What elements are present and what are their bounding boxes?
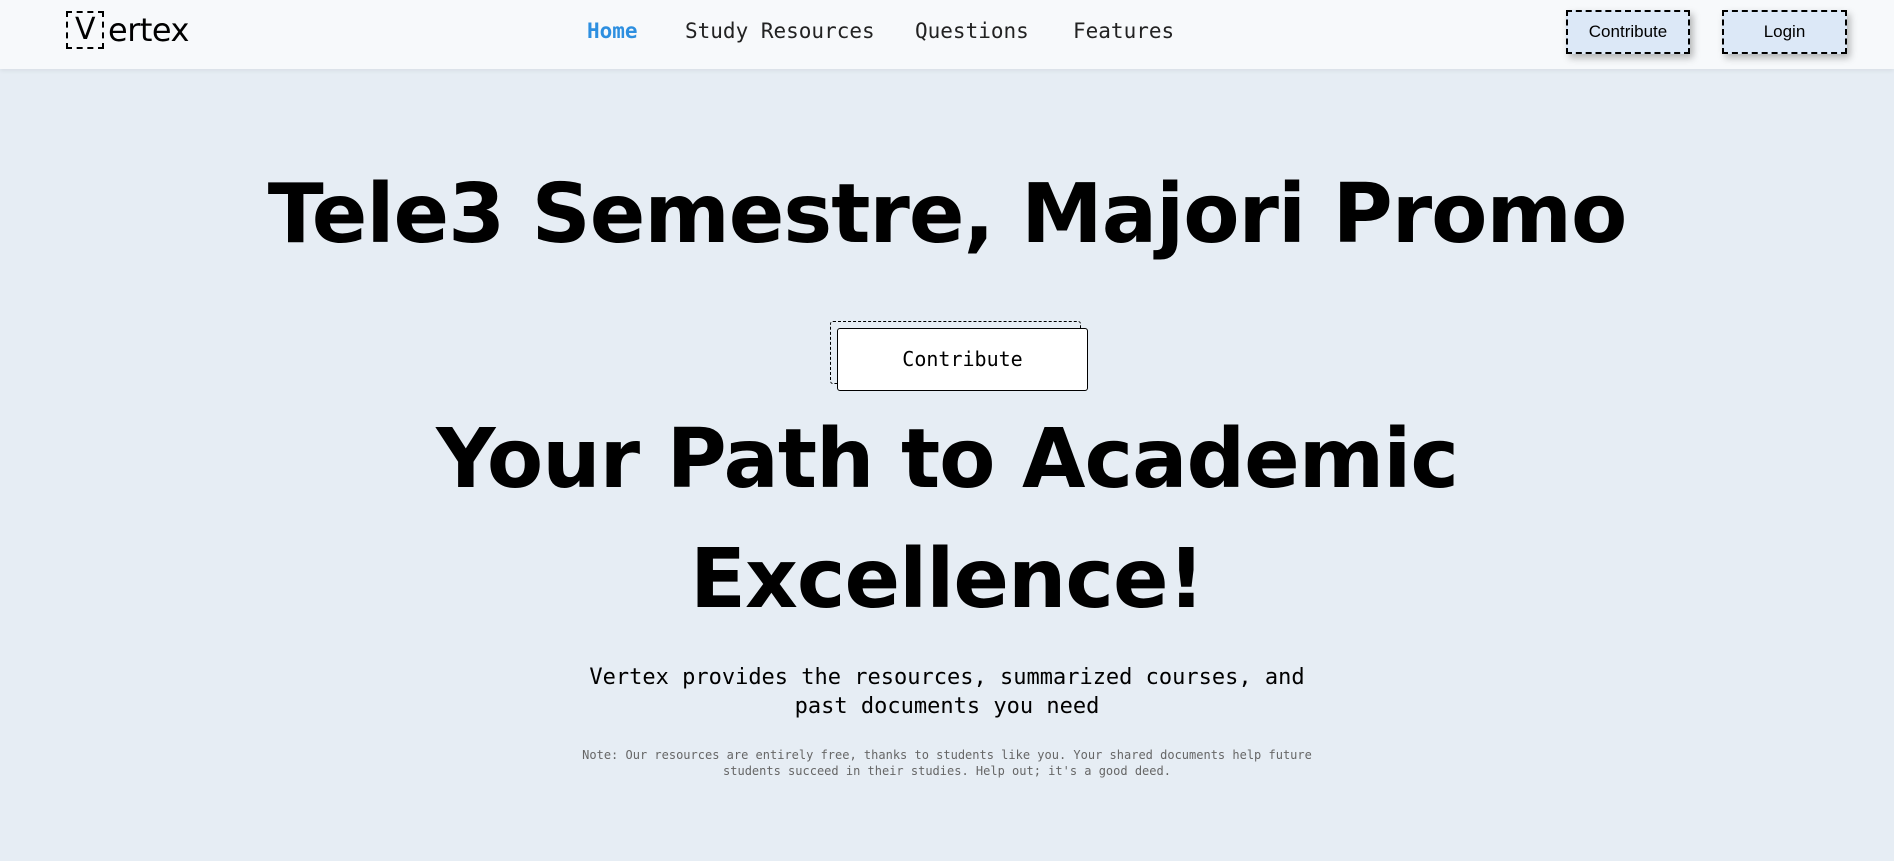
hero-subtitle: Vertex provides the resources, summarize… [0,663,1894,721]
header-contribute-button[interactable]: Contribute [1566,10,1690,54]
top-navigation-bar: V ertex Home Study Resources Questions F… [0,0,1894,69]
nav-link-features[interactable]: Features [1073,19,1174,43]
hero-subtitle-line2: past documents you need [794,694,1100,719]
hero-note-line1: Note: Our resources are entirely free, t… [582,748,1312,762]
hero-note: Note: Our resources are entirely free, t… [0,747,1894,779]
nav-link-home[interactable]: Home [587,19,638,43]
login-button[interactable]: Login [1722,10,1847,54]
page-title: Tele3 Semestre, Majori Promo [267,167,1628,262]
nav-link-questions[interactable]: Questions [915,19,1029,43]
nav-link-study-resources[interactable]: Study Resources [685,19,875,43]
hero-headline-line2: Excellence! [690,532,1205,627]
hero-subtitle-line1: Vertex provides the resources, summarize… [589,665,1305,690]
hero-note-line2: students succeed in their studies. Help … [723,764,1171,778]
contribute-cta: Contribute [830,321,1088,391]
hero-headline-line1: Your Path to Academic [436,412,1459,507]
contribute-button[interactable]: Contribute [837,328,1088,391]
hero-headline: Your Path to Academic Excellence! [0,400,1894,640]
